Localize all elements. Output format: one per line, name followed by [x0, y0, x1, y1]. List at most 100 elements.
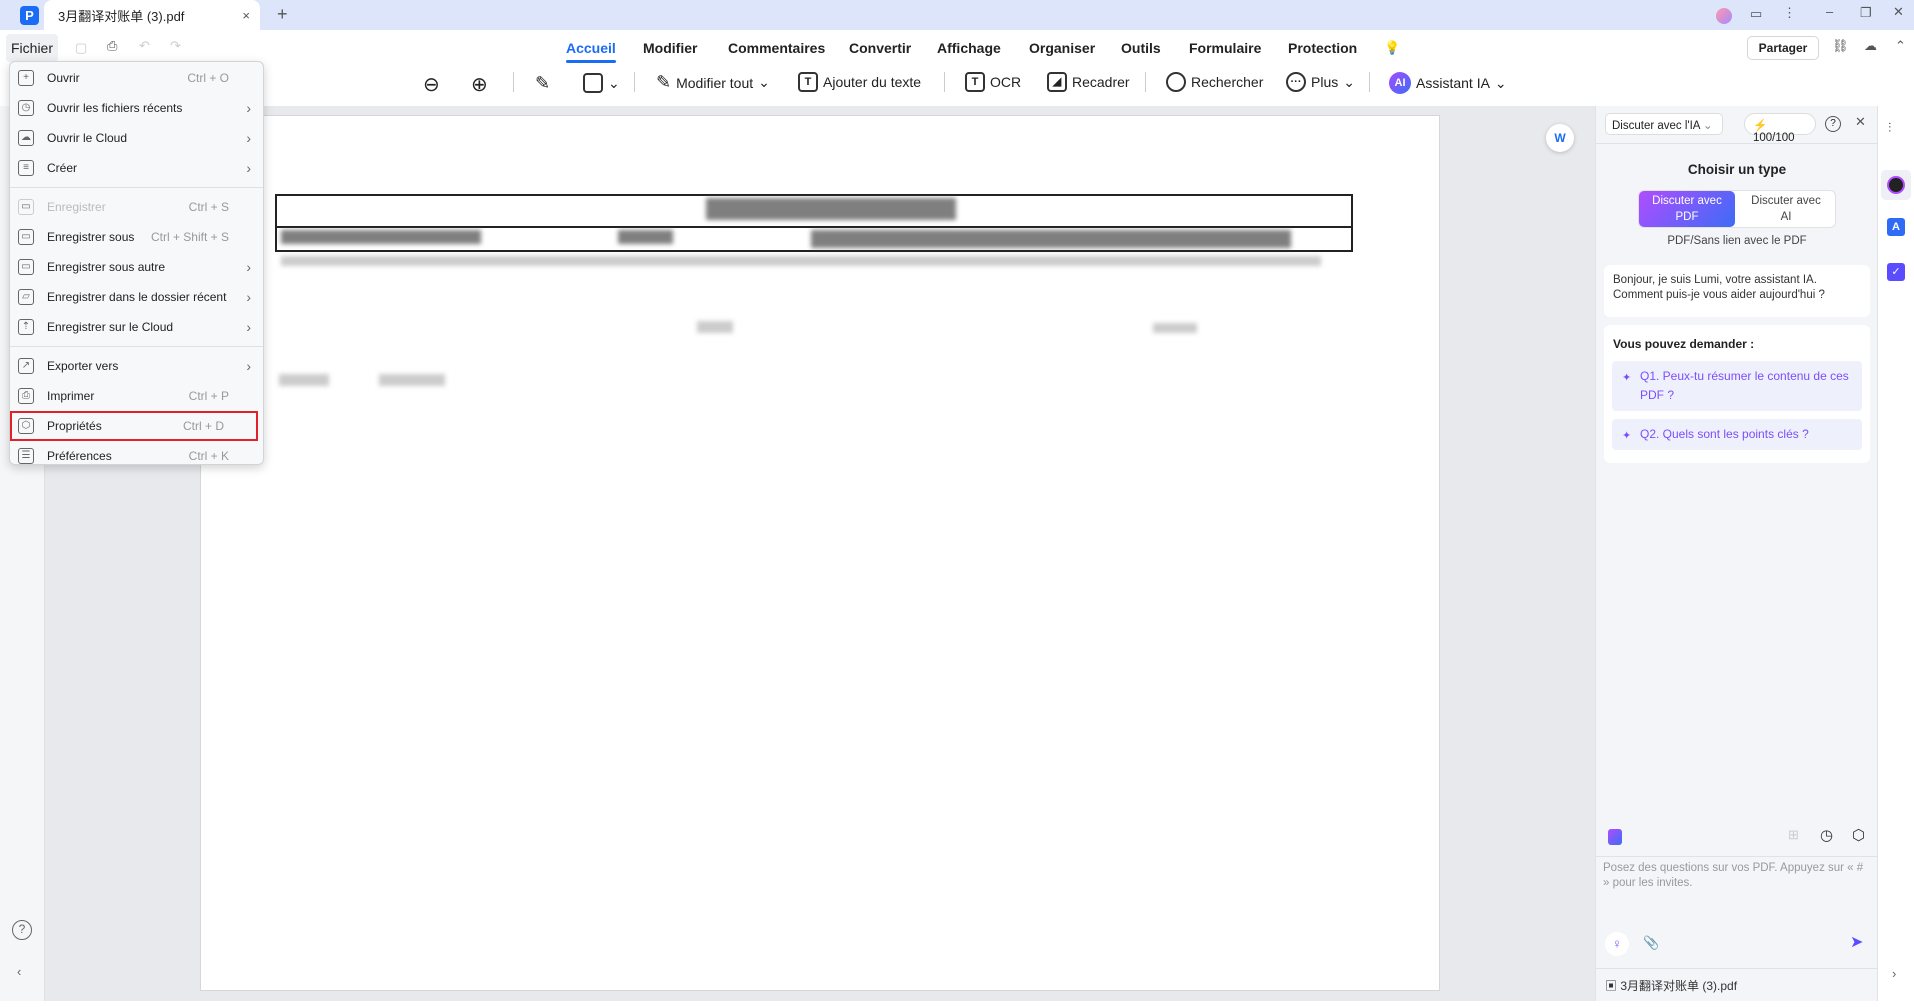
- menu-item-preferences[interactable]: ☰ Préférences Ctrl + K: [10, 441, 263, 471]
- send-icon[interactable]: ➤: [1850, 932, 1863, 952]
- highlighter-icon[interactable]: ✎: [535, 73, 550, 94]
- tab-title: 3月翻译对账单 (3).pdf: [58, 8, 185, 24]
- tab-protection[interactable]: Protection: [1288, 40, 1357, 56]
- print-icon[interactable]: ⎙: [107, 38, 117, 54]
- suggestion-q1[interactable]: Q1. Peux-tu résumer le contenu de ces PD…: [1612, 361, 1862, 411]
- collapse-ribbon-icon[interactable]: ⌃: [1895, 38, 1906, 54]
- ai-chat-input[interactable]: Posez des questions sur vos PDF. Appuyez…: [1603, 861, 1871, 891]
- save-icon[interactable]: ▢: [75, 40, 87, 56]
- more-button[interactable]: ··· Plus ⌄: [1286, 72, 1355, 92]
- settings-icon[interactable]: ⬡: [1852, 826, 1865, 844]
- feedback-icon[interactable]: ▭: [1750, 6, 1762, 22]
- tab-convertir[interactable]: Convertir: [849, 40, 911, 56]
- menu-item-label: Créer: [47, 161, 78, 175]
- chevron-right-icon: ›: [246, 100, 251, 116]
- menu-item-imprimer[interactable]: ⎙ Imprimer Ctrl + P: [10, 381, 263, 411]
- collapse-left-icon[interactable]: ‹: [17, 964, 21, 979]
- ai-icon: AI: [1389, 72, 1411, 94]
- redo-icon[interactable]: ↷: [170, 38, 181, 54]
- menu-item-enregistrer-sous[interactable]: ▭ Enregistrer sous Ctrl + Shift + S: [10, 222, 263, 252]
- share-button[interactable]: Partager: [1747, 36, 1819, 60]
- zoom-in-icon[interactable]: ⊕: [471, 72, 488, 97]
- menu-item-label: Propriétés: [47, 419, 102, 433]
- menu-item-ouvrir-le-cloud[interactable]: ☁ Ouvrir le Cloud ›: [10, 123, 263, 153]
- attached-file[interactable]: ▣ 3月翻译对账单 (3).pdf: [1605, 977, 1737, 994]
- document-tab[interactable]: 3月翻译对账单 (3).pdf ×: [44, 0, 260, 30]
- menu-item-enregistrer-dans-le-dossier-recent[interactable]: ▱ Enregistrer dans le dossier récent ›: [10, 282, 263, 312]
- ai-assistant-button[interactable]: AI Assistant IA ⌄: [1389, 72, 1507, 94]
- print-icon: ⎙: [18, 388, 34, 404]
- expand-right-icon[interactable]: ›: [1892, 966, 1896, 981]
- tab-accueil[interactable]: Accueil: [566, 40, 616, 63]
- translate-icon[interactable]: A: [1887, 218, 1905, 236]
- tab-affichage[interactable]: Affichage: [937, 40, 1001, 56]
- ai-robot-icon[interactable]: [1887, 176, 1905, 194]
- history-icon[interactable]: ◷: [1820, 826, 1833, 844]
- restore-icon[interactable]: ❐: [1860, 5, 1872, 21]
- tab-outils[interactable]: Outils: [1121, 40, 1161, 56]
- more-label: Plus: [1311, 74, 1339, 90]
- task-check-icon[interactable]: ✓: [1887, 263, 1905, 281]
- tab-commentaires[interactable]: Commentaires: [728, 40, 825, 56]
- crop-icon: ◢: [1047, 72, 1067, 92]
- close-panel-icon[interactable]: ✕: [1855, 114, 1866, 130]
- type-pdf-button[interactable]: Discuter avec PDF: [1639, 191, 1735, 227]
- attach-icon[interactable]: 📎: [1643, 935, 1659, 951]
- toolbar: [0, 66, 1914, 106]
- chevron-right-icon: ›: [246, 259, 251, 275]
- tab-organiser[interactable]: Organiser: [1029, 40, 1095, 56]
- menu-item-label: Enregistrer dans le dossier récent: [47, 290, 227, 304]
- close-window-icon[interactable]: ✕: [1893, 4, 1904, 20]
- help-icon[interactable]: ?: [1825, 116, 1841, 132]
- menu-item-exporter-vers[interactable]: ↗ Exporter vers ›: [10, 351, 263, 381]
- save-as-icon: ▭: [18, 259, 34, 275]
- zoom-out-icon[interactable]: ⊖: [423, 72, 440, 97]
- lightbulb-icon[interactable]: 💡: [1384, 40, 1400, 56]
- notes-icon[interactable]: [1608, 829, 1622, 845]
- tab-modifier[interactable]: Modifier: [643, 40, 697, 56]
- menu-item-proprietes[interactable]: ⬡ Propriétés Ctrl + D: [10, 411, 258, 441]
- edit-all-button[interactable]: ✎ Modifier tout ⌄: [656, 72, 770, 93]
- avatar[interactable]: [1716, 8, 1732, 24]
- add-text-label: Ajouter du texte: [823, 74, 922, 90]
- menu-item-creer[interactable]: ≡ Créer ›: [10, 153, 263, 183]
- more-vertical-icon[interactable]: ⋮: [1783, 5, 1796, 21]
- help-icon[interactable]: ?: [12, 920, 32, 940]
- redacted-header: [618, 230, 673, 244]
- undo-icon[interactable]: ↶: [139, 38, 150, 54]
- pdf-page[interactable]: [200, 115, 1440, 991]
- search-button[interactable]: Rechercher: [1166, 72, 1263, 92]
- ocr-button[interactable]: T OCR: [965, 72, 1021, 92]
- add-text-button[interactable]: T Ajouter du texte: [798, 72, 921, 92]
- menu-item-ouvrir[interactable]: + Ouvrir Ctrl + O: [10, 63, 263, 93]
- menu-item-ouvrir-les-fichiers-recents[interactable]: ◷ Ouvrir les fichiers récents ›: [10, 93, 263, 123]
- menu-item-enregistrer[interactable]: ▭ Enregistrer Ctrl + S: [10, 192, 263, 222]
- file-icon: ▣: [1605, 979, 1618, 993]
- shape-button[interactable]: ⌄: [583, 73, 620, 93]
- create-icon: ≡: [18, 160, 34, 176]
- new-chat-icon[interactable]: ⊞: [1788, 827, 1799, 843]
- pdf-table-line: [275, 226, 1353, 228]
- properties-sliders-icon[interactable]: ⫶: [1888, 120, 1891, 136]
- menu-item-enregistrer-sur-le-cloud[interactable]: ⇡ Enregistrer sur le Cloud ›: [10, 312, 263, 342]
- new-tab-button[interactable]: +: [277, 4, 288, 25]
- chevron-right-icon: ›: [246, 130, 251, 146]
- ai-assistant-label: Assistant IA: [1416, 75, 1490, 91]
- cloud-upload-icon[interactable]: ☁: [1864, 38, 1877, 54]
- chevron-right-icon: ›: [246, 358, 251, 374]
- crop-button[interactable]: ◢ Recadrer: [1047, 72, 1130, 92]
- plus-icon: +: [18, 70, 34, 86]
- minimize-icon[interactable]: –: [1826, 4, 1833, 19]
- menu-item-enregistrer-sous-autre[interactable]: ▭ Enregistrer sous autre ›: [10, 252, 263, 282]
- tab-formulaire[interactable]: Formulaire: [1189, 40, 1261, 56]
- file-menu-button[interactable]: Fichier: [6, 34, 59, 62]
- app-logo: P: [20, 6, 39, 25]
- ai-mode-dropdown[interactable]: Discuter avec l'IA ⌄: [1605, 113, 1723, 135]
- type-ai-button[interactable]: Discuter avec AI: [1738, 191, 1834, 227]
- close-tab-icon[interactable]: ×: [242, 8, 250, 23]
- translate-page-icon[interactable]: W: [1546, 124, 1574, 152]
- credits-badge[interactable]: ⚡ 100/100: [1744, 113, 1816, 144]
- suggestion-q2[interactable]: Q2. Quels sont les points clés ?: [1612, 419, 1862, 450]
- workflow-icon[interactable]: ⛓: [1832, 38, 1849, 54]
- prompt-bulb-icon[interactable]: ♀: [1605, 932, 1629, 956]
